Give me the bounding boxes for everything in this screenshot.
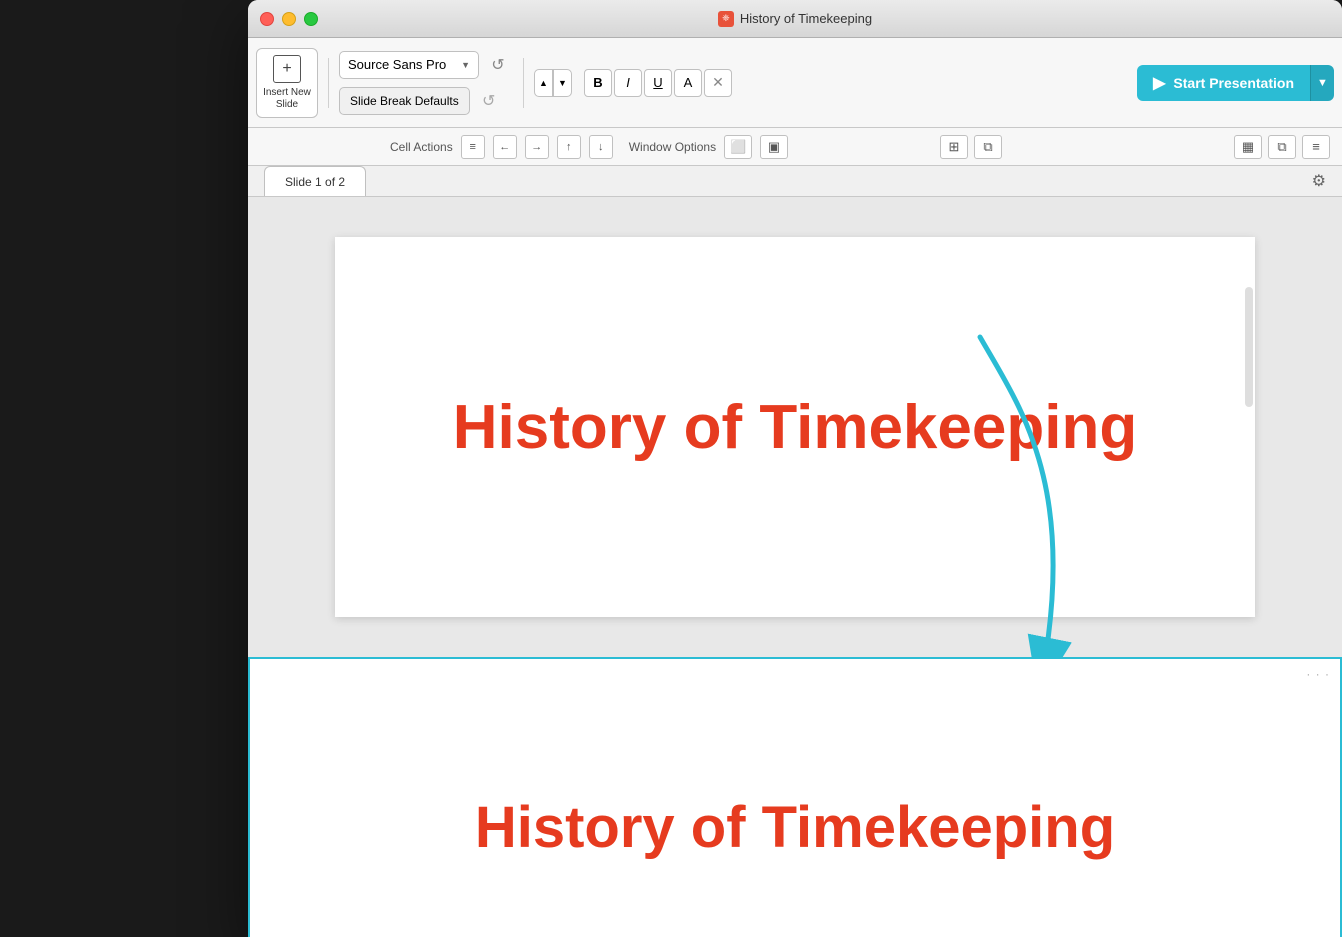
divider-1 — [328, 58, 329, 108]
plus-icon: + — [273, 55, 301, 83]
traffic-lights — [260, 12, 318, 26]
app-icon: ❈ — [718, 11, 734, 27]
font-size-up-arrow[interactable]: ▲ — [535, 69, 553, 97]
slide-title: History of Timekeeping — [453, 392, 1137, 463]
menu-button[interactable]: ≡ — [1302, 135, 1330, 159]
redo-button[interactable]: ↺ — [474, 86, 504, 116]
settings-icon[interactable]: ⚙ — [1312, 171, 1326, 191]
dropdown-arrow-icon: ▼ — [461, 60, 470, 70]
cell-actions-label: Cell Actions — [390, 140, 453, 154]
undo-button[interactable]: ↺ — [483, 50, 513, 80]
start-presentation-button[interactable]: ▶ Start Presentation — [1137, 65, 1310, 101]
main-toolbar: + Insert New Slide Source Sans Pro ▼ ↺ S… — [248, 38, 1342, 128]
slide-canvas: History of Timekeeping — [335, 237, 1255, 617]
font-name-label: Source Sans Pro — [348, 57, 446, 72]
insert-new-slide-button[interactable]: + Insert New Slide — [256, 48, 318, 118]
start-presentation-dropdown-button[interactable]: ▼ — [1310, 65, 1334, 101]
expand-up-button[interactable]: ↑ — [557, 135, 581, 159]
second-slide-panel: · · · History of Timekeeping — [248, 657, 1342, 937]
start-presentation-group: ▶ Start Presentation ▼ — [1137, 65, 1334, 101]
copy-slide-button[interactable]: ⧉ — [974, 135, 1002, 159]
window-title: ❈ History of Timekeeping — [718, 11, 872, 27]
text-color-button[interactable]: A — [674, 69, 702, 97]
italic-button[interactable]: I — [614, 69, 642, 97]
secondary-toolbar: ⊞ ⧉ Cell Actions ≡ ← → ↑ ↓ Window Option… — [248, 128, 1342, 166]
grid-view-button[interactable]: ⊞ — [940, 135, 968, 159]
slide-tab-1[interactable]: Slide 1 of 2 — [264, 166, 366, 196]
window-view-1-button[interactable]: ⬜ — [724, 135, 752, 159]
second-slide-title: History of Timekeeping — [475, 794, 1115, 861]
scrollbar[interactable] — [1245, 287, 1253, 407]
window-view-2-button[interactable]: ▣ — [760, 135, 788, 159]
chevron-down-icon: ▼ — [1317, 77, 1328, 89]
font-size-stepper[interactable]: ▲ ▼ — [534, 69, 572, 97]
close-button[interactable] — [260, 12, 274, 26]
slide-menu-icon[interactable]: · · · — [1306, 667, 1330, 681]
underline-button[interactable]: U — [644, 69, 672, 97]
slide-tabs: Slide 1 of 2 ⚙ — [248, 166, 1342, 197]
black-area: full-screen slide show presentation · · … — [248, 657, 1342, 937]
divider-2 — [523, 58, 524, 108]
expand-right-button[interactable]: → — [525, 135, 549, 159]
font-name-dropdown[interactable]: Source Sans Pro ▼ — [339, 51, 479, 79]
expand-down-button[interactable]: ↓ — [589, 135, 613, 159]
fullscreen-button[interactable] — [304, 12, 318, 26]
font-size-down-arrow[interactable]: ▼ — [553, 69, 571, 97]
align-left-button[interactable]: ≡ — [461, 135, 485, 159]
insert-label: Insert New Slide — [257, 87, 317, 111]
slide-break-defaults-button[interactable]: Slide Break Defaults — [339, 87, 470, 115]
window-options-label: Window Options — [629, 140, 716, 154]
panel-toggle-button[interactable]: ▦ — [1234, 135, 1262, 159]
keynote-window: ❈ History of Timekeeping + Insert New Sl… — [248, 0, 1342, 937]
content-area: Slide 1 of 2 ⚙ History of Timekeeping — [248, 166, 1342, 937]
bold-button[interactable]: B — [584, 69, 612, 97]
expand-left-button[interactable]: ← — [493, 135, 517, 159]
minimize-button[interactable] — [282, 12, 296, 26]
copy-button[interactable]: ⧉ — [1268, 135, 1296, 159]
clear-format-button[interactable]: ✕ — [704, 69, 732, 97]
titlebar: ❈ History of Timekeeping — [248, 0, 1342, 38]
